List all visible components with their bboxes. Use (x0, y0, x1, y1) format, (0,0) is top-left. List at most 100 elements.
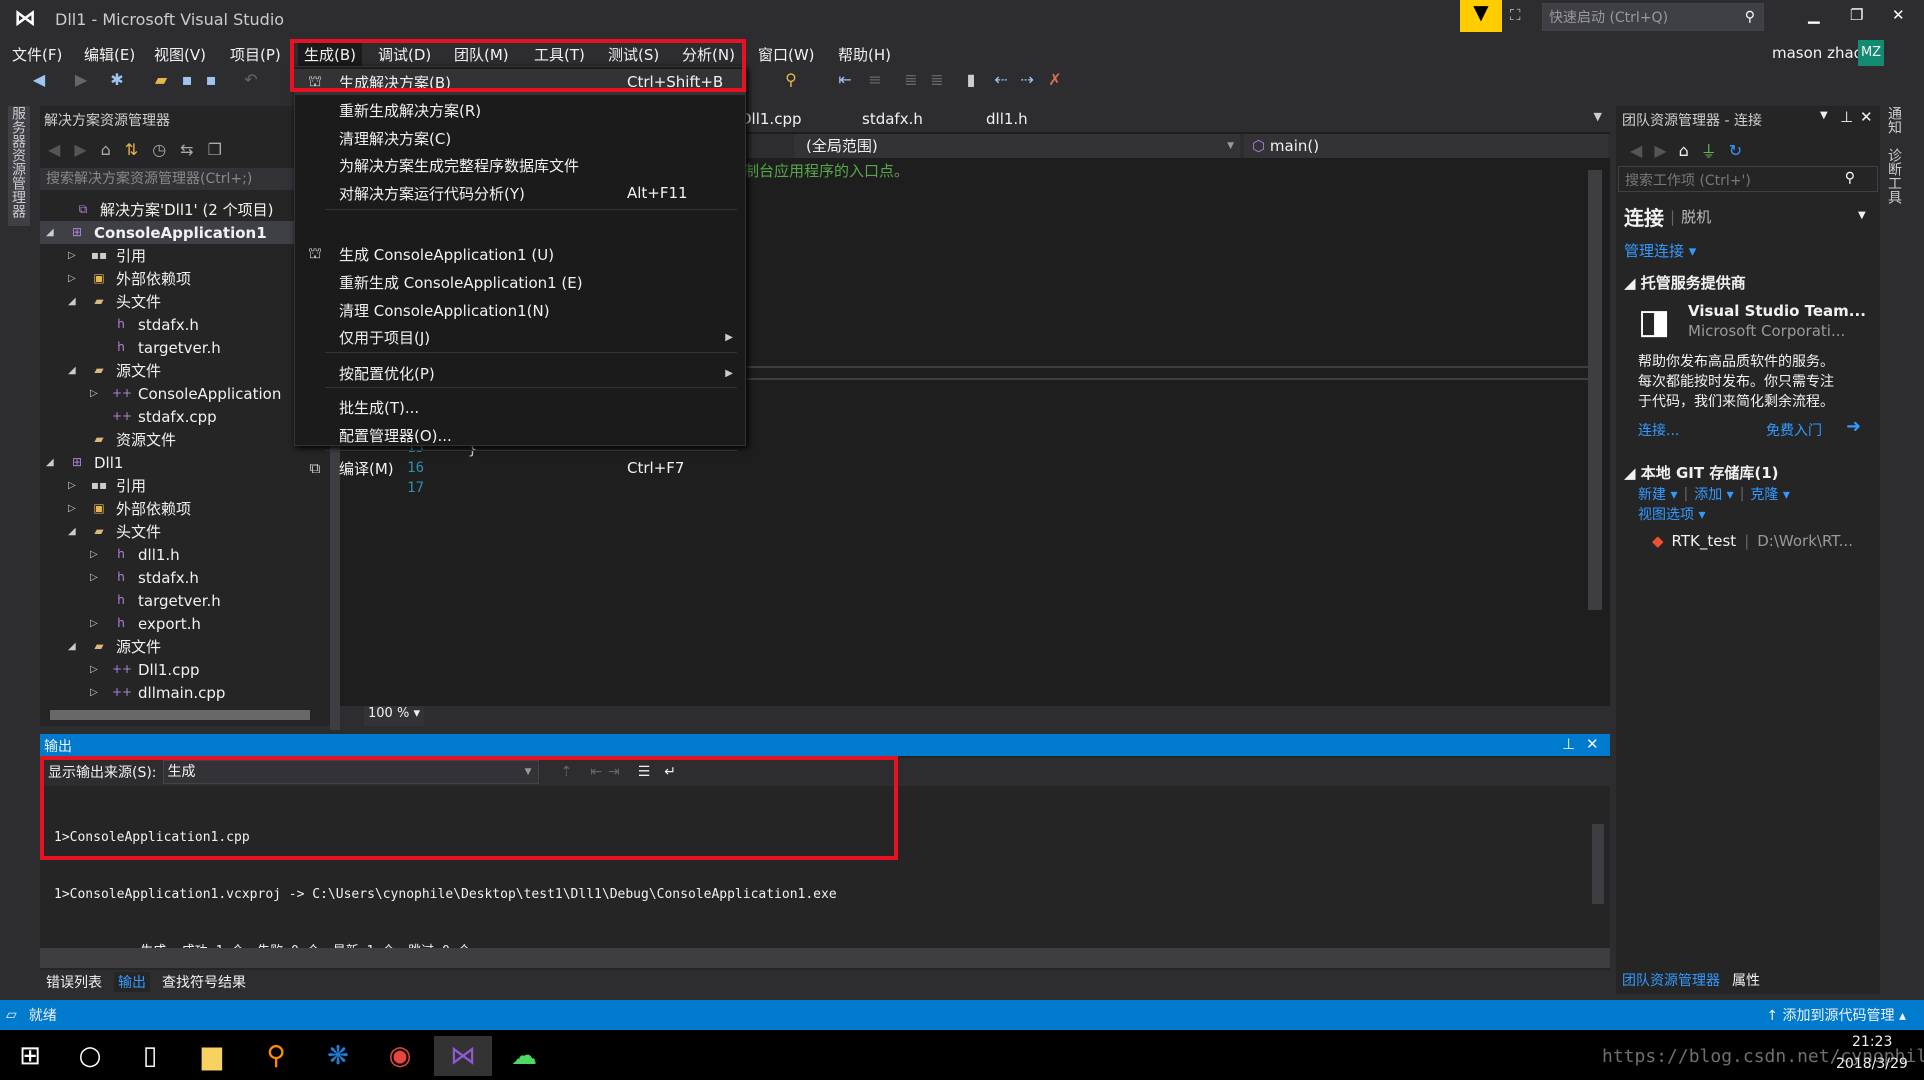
menu-view[interactable]: 视图(V) (148, 42, 212, 67)
manage-connections-link[interactable]: 管理连接 ▾ (1624, 240, 1696, 261)
tree-item[interactable]: ◢ ▰ 头文件 (68, 290, 161, 313)
word-wrap-icon[interactable]: ↵ (664, 764, 676, 780)
tree-hscrollbar[interactable] (50, 710, 310, 720)
menu-analyze[interactable]: 分析(N) (676, 42, 741, 67)
expanded-arrow-icon[interactable]: ◢ (46, 457, 60, 468)
tree-item[interactable]: ◢ ⊞ ConsoleApplication1 (40, 221, 296, 244)
page-dropdown-icon[interactable]: ▼ (1858, 210, 1866, 221)
collapsed-arrow-icon[interactable]: ▷ (90, 388, 104, 399)
collapsed-arrow-icon[interactable]: ▷ (68, 480, 82, 491)
forward-icon[interactable]: ▶ (70, 70, 92, 92)
menu-item[interactable]: 对解决方案运行代码分析(Y) Alt+F11 (295, 180, 745, 206)
pending-changes-icon[interactable]: ◷ (152, 140, 166, 159)
tree-item[interactable]: ◢ ⊞ Dll1 (46, 451, 123, 474)
expanded-arrow-icon[interactable]: ◢ (68, 365, 82, 376)
prev-bookmark-icon[interactable]: ⇠ (990, 70, 1012, 92)
offline-link[interactable]: 脱机 (1681, 206, 1711, 227)
restore-button[interactable]: ❐ (1850, 6, 1863, 24)
menu-item[interactable]: 为解决方案生成完整程序数据库文件 (295, 152, 745, 178)
app-icon[interactable]: ❋ (316, 1036, 360, 1076)
menu-test[interactable]: 测试(S) (602, 42, 665, 67)
tab-output[interactable]: 输出 (114, 972, 150, 992)
add-repo-link[interactable]: 添加 ▾ (1694, 484, 1733, 504)
clear-bookmarks-icon[interactable]: ✗ (1044, 70, 1066, 92)
tab-properties[interactable]: 属性 (1732, 970, 1760, 990)
back-icon[interactable]: ◀ (48, 140, 60, 159)
zoom-dropdown[interactable]: 100 % ▾ (364, 706, 424, 726)
save-icon[interactable]: ▪ (176, 70, 198, 92)
expanded-arrow-icon[interactable]: ◢ (68, 641, 82, 652)
visual-studio-icon[interactable]: ⋈ (434, 1036, 492, 1076)
collapsed-arrow-icon[interactable]: ▷ (90, 664, 104, 675)
menu-item[interactable]: ⧉ 编译(M) Ctrl+F7 (295, 455, 745, 481)
collapsed-arrow-icon[interactable]: ▷ (90, 687, 104, 698)
arrow-right-circle-icon[interactable]: ➜ (1846, 416, 1861, 437)
avatar[interactable]: MZ (1858, 40, 1884, 66)
tree-item[interactable]: h stdafx.h (90, 313, 199, 336)
uncomment-icon[interactable]: ≣ (926, 70, 948, 92)
close-button[interactable]: ✕ (1892, 6, 1905, 24)
menu-item[interactable]: 按配置优化(P) ▶ (295, 360, 745, 386)
find-message-icon[interactable]: ⇡ (561, 764, 573, 780)
editor-vscrollbar[interactable] (1588, 170, 1602, 610)
menu-project[interactable]: 项目(P) (224, 42, 287, 67)
tab-team-explorer[interactable]: 团队资源管理器 (1622, 970, 1720, 990)
home-icon[interactable]: ⌂ (1679, 141, 1689, 160)
refresh-icon[interactable]: ⇆ (180, 140, 193, 159)
feedback-filter-icon[interactable]: ▼ (1460, 0, 1502, 32)
bookmark-icon[interactable]: ▮ (960, 70, 982, 92)
tree-item[interactable]: ▷ ▣ 外部依赖项 (68, 267, 191, 290)
tree-item[interactable]: ▷ ▪▪ 引用 (68, 244, 146, 267)
expanded-arrow-icon[interactable]: ◢ (46, 227, 60, 238)
step-icon[interactable]: ⇤ (834, 70, 856, 92)
tree-item[interactable]: ▷ ▪▪ 引用 (68, 474, 146, 497)
user-name[interactable]: mason zhao (1772, 44, 1863, 62)
collapsed-arrow-icon[interactable]: ▷ (90, 618, 104, 629)
source-control-button[interactable]: ↑ 添加到源代码管理 ▴ (1766, 1005, 1906, 1025)
menu-item[interactable]: ⛫ 生成解决方案(B) Ctrl+Shift+B (295, 69, 745, 95)
menu-item[interactable]: ⛫ 生成 ConsoleApplication1 (U) (295, 241, 745, 267)
menu-file[interactable]: 文件(F) (6, 42, 68, 67)
tree-item[interactable]: ++ stdafx.cpp (90, 405, 217, 428)
tree-item[interactable]: ▷ ++ Dll1.cpp (90, 658, 200, 681)
work-item-search-input[interactable]: 搜索工作项 (Ctrl+') ⚲ (1618, 166, 1878, 192)
wechat-icon[interactable]: ☁ (502, 1036, 546, 1076)
forward-icon[interactable]: ▶ (1654, 141, 1666, 160)
open-file-icon[interactable]: ▰ (150, 70, 172, 92)
undo-icon[interactable]: ↶ (240, 70, 262, 92)
tree-item[interactable]: h targetver.h (90, 589, 221, 612)
repo-item[interactable]: ◆ RTK_test | D:\Work\RT... (1652, 532, 1853, 550)
hosted-section-title[interactable]: ◢ 托管服务提供商 (1624, 272, 1746, 293)
collapsed-arrow-icon[interactable]: ▷ (90, 549, 104, 560)
collapsed-arrow-icon[interactable]: ▷ (68, 250, 82, 261)
tab-list-dropdown-icon[interactable]: ▼ (1594, 110, 1602, 123)
collapsed-arrow-icon[interactable]: ▷ (90, 572, 104, 583)
menu-help[interactable]: 帮助(H) (832, 42, 897, 67)
menu-item[interactable]: 配置管理器(O)... (295, 422, 745, 448)
clear-all-icon[interactable]: ☰ (638, 764, 651, 780)
tree-item[interactable]: h targetver.h (90, 336, 221, 359)
comment-icon[interactable]: ≣ (900, 70, 922, 92)
feedback-icon[interactable]: ⛶ (1510, 6, 1521, 24)
search-app-icon[interactable]: ⚲ (254, 1036, 298, 1076)
menu-team[interactable]: 团队(M) (448, 42, 515, 67)
tab-dll1-cpp[interactable]: Dll1.cpp (740, 110, 802, 128)
expanded-arrow-icon[interactable]: ◢ (68, 526, 82, 537)
menu-build[interactable]: 生成(B) (298, 42, 362, 67)
menu-item[interactable]: 仅用于项目(J) ▶ (295, 324, 745, 350)
tree-vscrollbar[interactable] (330, 446, 340, 730)
menu-item[interactable]: 清理 ConsoleApplication1(N) (295, 297, 745, 323)
menu-window[interactable]: 窗口(W) (752, 42, 821, 67)
pin-icon[interactable]: ⊥ (1840, 108, 1853, 126)
menu-tools[interactable]: 工具(T) (528, 42, 591, 67)
chrome-icon[interactable]: ◉ (378, 1036, 422, 1076)
member-dropdown[interactable]: ⬡ main() (1244, 134, 1608, 158)
expanded-arrow-icon[interactable]: ◢ (68, 296, 82, 307)
clone-repo-link[interactable]: 克隆 ▾ (1750, 484, 1789, 504)
tree-item[interactable]: ▷ ++ dllmain.cpp (90, 681, 225, 704)
view-options-link[interactable]: 视图选项 ▾ (1638, 504, 1705, 524)
menu-item[interactable]: 重新生成 ConsoleApplication1 (E) (295, 269, 745, 295)
menu-item[interactable]: 批生成(T)... (295, 394, 745, 420)
collapsed-arrow-icon[interactable]: ▷ (68, 273, 82, 284)
output-vscrollbar[interactable] (1592, 824, 1604, 904)
